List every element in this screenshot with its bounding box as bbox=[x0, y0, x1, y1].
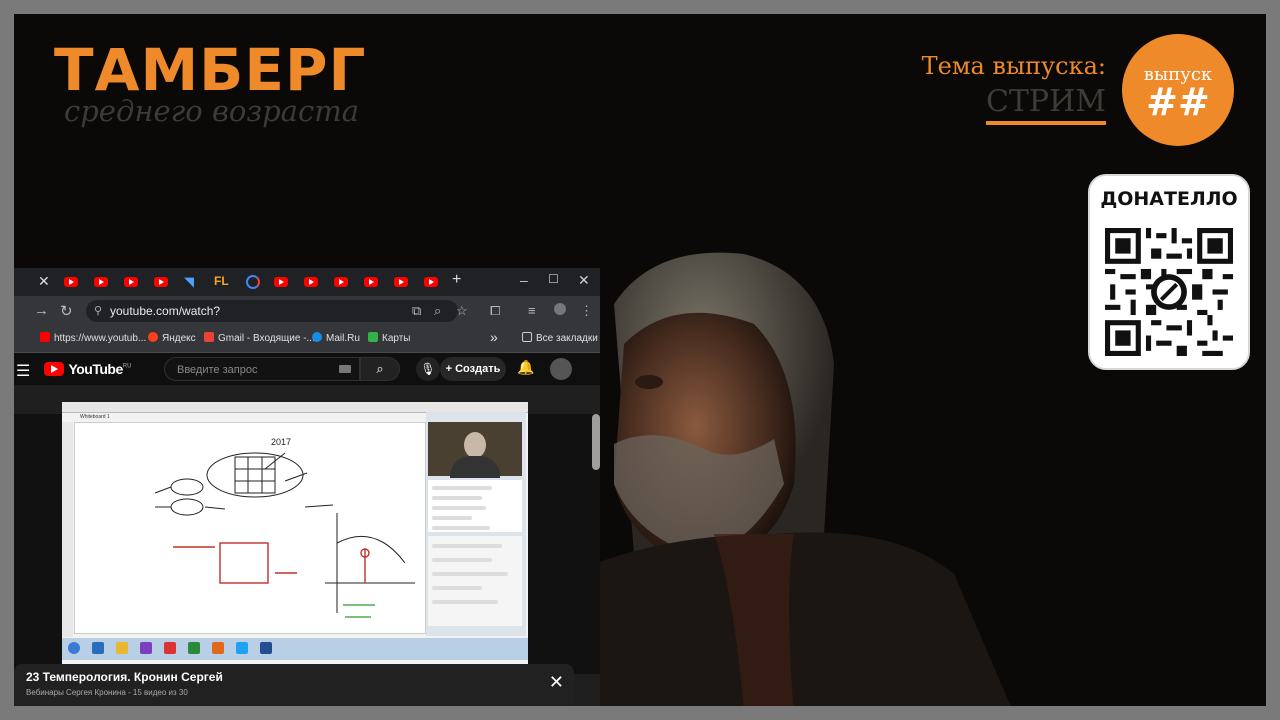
search-button[interactable]: ⌕ bbox=[360, 357, 400, 381]
donate-title: ДОНАТЕЛЛО bbox=[1100, 188, 1238, 210]
new-tab-button[interactable]: + bbox=[452, 271, 470, 288]
episode-topic: Тема выпуска: СТРИМ bbox=[922, 52, 1106, 125]
youtube-header: ☰ YouTubeRU Введите запрос ⌕ 🎙 + Создать… bbox=[14, 353, 600, 385]
youtube-icon[interactable] bbox=[364, 277, 378, 287]
bookmark-item[interactable]: Карты bbox=[368, 332, 411, 344]
keyboard-icon[interactable] bbox=[339, 365, 351, 373]
show-logo: ТАМБЕРГ среднего возраста bbox=[54, 40, 366, 128]
svg-text:2017: 2017 bbox=[271, 437, 291, 447]
logo-subtitle: среднего возраста bbox=[64, 94, 359, 128]
menu-icon[interactable]: ☰ bbox=[16, 361, 30, 381]
topic-label: Тема выпуска: bbox=[921, 52, 1106, 80]
maps-icon bbox=[368, 332, 378, 342]
bookmark-icon[interactable]: ◥ bbox=[184, 274, 202, 290]
youtube-icon[interactable] bbox=[94, 277, 108, 287]
youtube-icon[interactable] bbox=[274, 277, 288, 287]
minimize-icon[interactable]: – bbox=[520, 272, 528, 288]
google-icon[interactable] bbox=[246, 275, 260, 289]
youtube-icon[interactable] bbox=[154, 277, 168, 287]
bookmarks-bar: https://www.youtub... Яндекс Gmail - Вхо… bbox=[14, 326, 600, 353]
folder-icon bbox=[522, 332, 532, 342]
menu-dots-icon[interactable]: ⋮ bbox=[580, 303, 593, 319]
attendee-list bbox=[428, 480, 522, 532]
windows-taskbar bbox=[62, 638, 528, 660]
qr-code-icon bbox=[1105, 228, 1233, 356]
yandex-icon bbox=[148, 332, 158, 342]
playlist-info[interactable]: Вебинары Сергея Кронина - 15 видео из 30 bbox=[26, 688, 188, 697]
url-field[interactable]: ⚲ youtube.com/watch?v=vqNwALAUm_I&list=P… bbox=[86, 300, 458, 340]
mailru-icon bbox=[312, 332, 322, 342]
logo-title: ТАМБЕРГ bbox=[54, 36, 367, 104]
avatar[interactable] bbox=[550, 358, 572, 380]
create-button[interactable]: + Создать bbox=[440, 357, 506, 381]
handwriting-sketch: 2017 bbox=[154, 437, 415, 618]
video-title[interactable]: 23 Темперология. Кронин Сергей bbox=[26, 670, 223, 684]
all-bookmarks[interactable]: Все закладки bbox=[522, 332, 598, 344]
youtube-icon bbox=[40, 332, 50, 342]
forward-icon[interactable]: → bbox=[34, 302, 49, 319]
reload-icon[interactable]: ↻ bbox=[60, 302, 73, 320]
youtube-icon[interactable] bbox=[124, 277, 138, 287]
fl-icon[interactable]: FL bbox=[214, 274, 232, 290]
youtube-logo[interactable]: YouTubeRU bbox=[44, 361, 131, 379]
install-icon[interactable]: ⧉ bbox=[412, 303, 421, 319]
tab-close-icon[interactable]: ✕ bbox=[38, 273, 50, 290]
youtube-icon[interactable] bbox=[424, 277, 438, 287]
youtube-icon[interactable] bbox=[394, 277, 408, 287]
chat-panel bbox=[428, 536, 522, 626]
episode-badge: выпуск ## bbox=[1122, 34, 1234, 146]
bookmark-item[interactable]: Gmail - Входящие -... bbox=[204, 332, 315, 344]
bookmark-item[interactable]: Яндекс bbox=[148, 332, 196, 344]
media-icon[interactable]: ≡ bbox=[528, 303, 536, 318]
browser-window: ✕ ◥ FL + – ☐ ✕ → ↻ ⚲ youtube.com/watch?v… bbox=[14, 268, 600, 706]
webcam-preview bbox=[428, 422, 522, 478]
mic-icon[interactable]: 🎙 bbox=[416, 357, 440, 381]
bookmarks-more-icon[interactable]: » bbox=[490, 329, 498, 345]
streamer-video bbox=[594, 252, 1011, 706]
scrollbar[interactable] bbox=[592, 414, 600, 470]
tab-strip: ✕ ◥ FL + – ☐ ✕ bbox=[14, 268, 600, 296]
youtube-play-icon bbox=[44, 362, 64, 376]
whiteboard: 2017 bbox=[74, 422, 426, 634]
youtube-icon[interactable] bbox=[334, 277, 348, 287]
notifications-icon[interactable]: 🔔 bbox=[517, 359, 534, 376]
address-bar: → ↻ ⚲ youtube.com/watch?v=vqNwALAUm_I&li… bbox=[14, 296, 600, 340]
youtube-icon[interactable] bbox=[304, 277, 318, 287]
youtube-icon[interactable] bbox=[64, 277, 78, 287]
search-icon: ⌕ bbox=[376, 361, 384, 376]
window-close-icon[interactable]: ✕ bbox=[578, 272, 590, 289]
bookmark-item[interactable]: https://www.youtub... bbox=[40, 332, 146, 344]
miniplayer-info: 23 Темперология. Кронин Сергей Вебинары … bbox=[14, 664, 574, 706]
video-player[interactable]: Whiteboard 1 2017 bbox=[14, 402, 600, 674]
profile-icon[interactable] bbox=[554, 303, 566, 315]
badge-number: ## bbox=[1146, 80, 1210, 124]
search-input[interactable]: Введите запрос bbox=[164, 357, 360, 381]
close-icon[interactable]: ✕ bbox=[549, 672, 564, 693]
topic-value: СТРИМ bbox=[985, 84, 1106, 125]
maximize-icon[interactable]: ☐ bbox=[548, 272, 559, 286]
webinar-sidebar bbox=[426, 412, 526, 636]
video-frame: Whiteboard 1 2017 bbox=[62, 402, 528, 666]
gmail-icon bbox=[204, 332, 214, 342]
zoom-icon[interactable]: ⌕ bbox=[434, 303, 441, 319]
star-icon[interactable]: ☆ bbox=[456, 303, 468, 319]
whiteboard-toolbar bbox=[62, 422, 73, 637]
site-info-icon[interactable]: ⚲ bbox=[94, 300, 102, 322]
bookmark-item[interactable]: Mail.Ru bbox=[312, 332, 360, 344]
stream-frame: ТАМБЕРГ среднего возраста Тема выпуска: … bbox=[14, 14, 1266, 706]
extensions-icon[interactable]: ⧠ bbox=[490, 303, 500, 319]
donate-card: ДОНАТЕЛЛО bbox=[1088, 174, 1250, 370]
whiteboard-tab: Whiteboard 1 bbox=[80, 414, 110, 420]
